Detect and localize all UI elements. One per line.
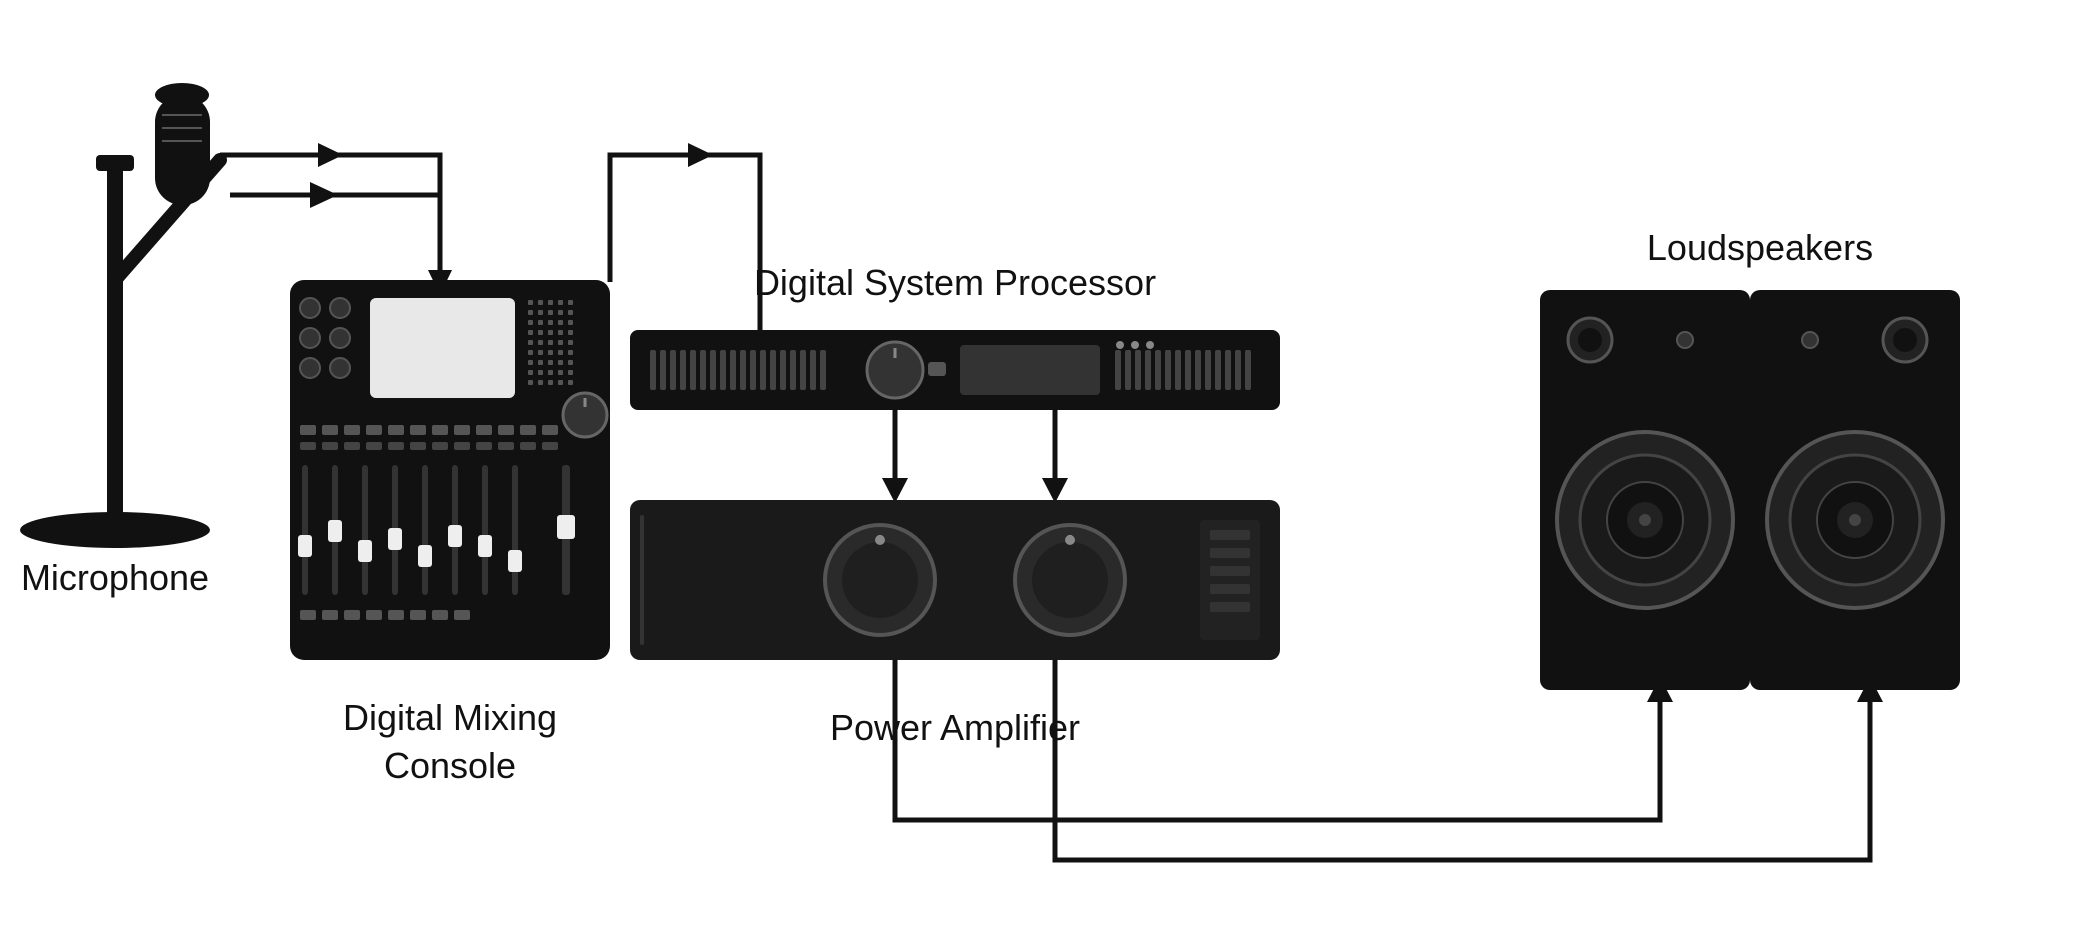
loudspeakers-label: Loudspeakers	[1647, 227, 1873, 268]
mixing-console-icon	[290, 280, 610, 660]
left-speaker-icon	[1540, 290, 1750, 690]
diagram-container: Microphone	[0, 0, 2100, 937]
dsp-icon	[630, 330, 1280, 410]
right-speaker-icon	[1750, 290, 1960, 690]
dsp-label: Digital System Processor	[754, 262, 1156, 303]
power-amplifier-icon	[630, 500, 1280, 660]
microphone-label: Microphone	[21, 557, 209, 598]
mixing-console-label-1: Digital Mixing	[343, 697, 557, 738]
microphone-icon	[20, 83, 220, 548]
power-amplifier-label: Power Amplifier	[830, 707, 1080, 748]
mixing-console-label-2: Console	[384, 745, 516, 786]
